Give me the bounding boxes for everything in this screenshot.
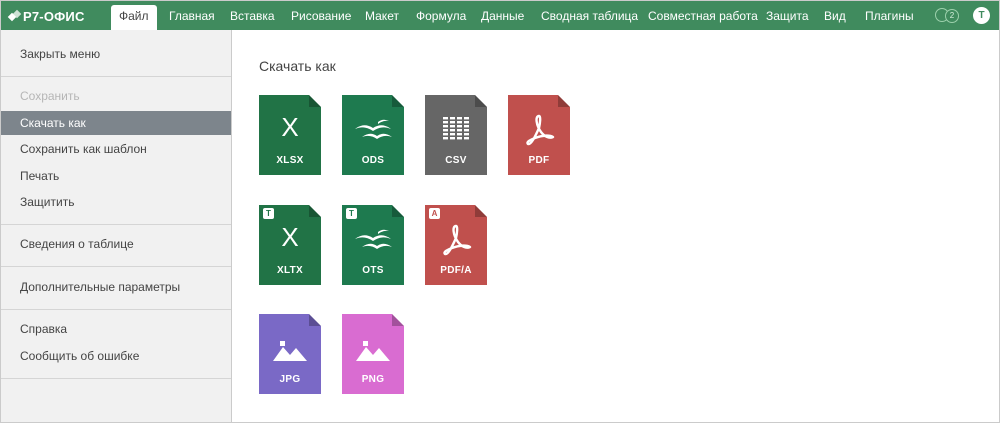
tab-protection[interactable]: Защита [758, 5, 817, 30]
menu-item-table-info[interactable]: Сведения о таблице [1, 232, 231, 256]
file-menu-sidebar: Закрыть меню Сохранить Скачать как Сохра… [1, 30, 232, 422]
divider [1, 266, 231, 267]
download-format-csv[interactable]: CSV [425, 95, 487, 175]
top-menu-bar: Р7-ОФИС Файл Главная Вставка Рисование М… [1, 1, 999, 30]
download-as-panel: Скачать как X XLSX ODS CSV PDF X T XLTX T OTS A PDF… [232, 30, 999, 422]
menu-item-advanced-settings[interactable]: Дополнительные параметры [1, 275, 231, 299]
tab-insert[interactable]: Вставка [222, 5, 283, 30]
tab-file[interactable]: Файл [111, 5, 157, 30]
divider [1, 224, 231, 225]
format-label: ODS [361, 155, 385, 166]
tab-collaboration[interactable]: Совместная работа [640, 5, 766, 30]
tab-layout[interactable]: Макет [357, 5, 407, 30]
tab-formula[interactable]: Формула [408, 5, 474, 30]
template-badge: T [263, 208, 274, 219]
menu-item-report-bug[interactable]: Сообщить об ошибке [1, 344, 231, 368]
divider [1, 76, 231, 77]
download-format-png[interactable]: PNG [342, 314, 404, 394]
menu-item-download-as[interactable]: Скачать как [1, 111, 231, 135]
menu-item-save: Сохранить [20, 89, 80, 103]
app-window: Р7-ОФИС Файл Главная Вставка Рисование М… [0, 0, 1000, 423]
svg-text:X: X [281, 112, 298, 142]
format-label: PDF [528, 155, 550, 166]
tab-plugins[interactable]: Плагины [857, 5, 922, 30]
download-format-xltx[interactable]: X T XLTX [259, 205, 321, 285]
download-format-ods[interactable]: ODS [342, 95, 404, 175]
menu-item-save-as-template[interactable]: Сохранить как шаблон [1, 137, 231, 161]
download-format-jpg[interactable]: JPG [259, 314, 321, 394]
format-label: CSV [445, 155, 467, 166]
tab-draw[interactable]: Рисование [283, 5, 359, 30]
download-format-ots[interactable]: T OTS [342, 205, 404, 285]
menu-item-protect[interactable]: Защитить [1, 190, 231, 214]
tab-view[interactable]: Вид [816, 5, 854, 30]
coediting-count: 2 [945, 9, 959, 23]
logo-text: Р7-ОФИС [23, 8, 85, 24]
format-label: PNG [361, 374, 385, 385]
download-format-pdf-a[interactable]: A PDF/A [425, 205, 487, 285]
menu-item-close-menu[interactable]: Закрыть меню [1, 42, 231, 66]
coediting-users-button[interactable]: 2 [935, 8, 960, 24]
template-badge: T [346, 208, 357, 219]
format-label: PDF/A [440, 265, 472, 276]
panel-title: Скачать как [259, 58, 336, 74]
svg-text:X: X [281, 222, 298, 252]
avatar[interactable]: Т [973, 7, 990, 24]
format-label: XLSX [276, 155, 304, 166]
menu-item-help[interactable]: Справка [1, 317, 231, 341]
download-format-xlsx[interactable]: X XLSX [259, 95, 321, 175]
format-label: JPG [279, 374, 301, 385]
format-label: OTS [362, 265, 384, 276]
divider [1, 309, 231, 310]
logo: Р7-ОФИС [7, 8, 85, 24]
tab-pivot-table[interactable]: Сводная таблица [533, 5, 646, 30]
tab-home[interactable]: Главная [161, 5, 223, 30]
template-badge: A [429, 208, 440, 219]
logo-icon [7, 9, 22, 22]
menu-item-print[interactable]: Печать [1, 164, 231, 188]
divider [1, 378, 231, 379]
tab-data[interactable]: Данные [473, 5, 532, 30]
download-format-pdf[interactable]: PDF [508, 95, 570, 175]
format-label: XLTX [276, 265, 303, 276]
